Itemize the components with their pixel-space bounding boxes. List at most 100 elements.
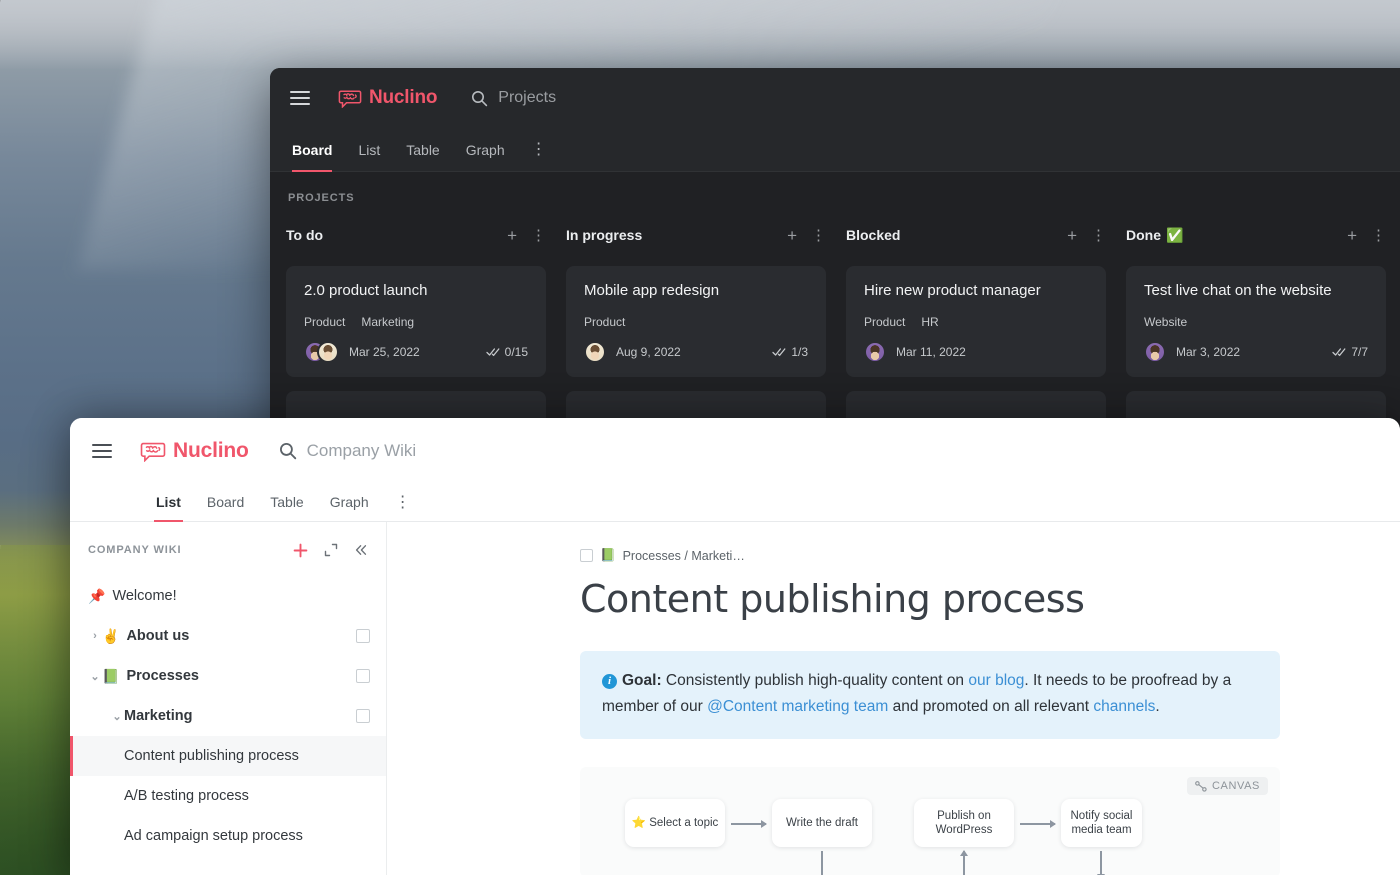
collapse-sidebar-icon[interactable]: [354, 543, 368, 557]
item-options-icon[interactable]: [356, 709, 370, 723]
green-book-icon: 📗: [600, 548, 616, 562]
column-title: To do: [286, 227, 323, 243]
flow-node-notify-social[interactable]: Notify social media team: [1061, 799, 1142, 847]
chevron-right-icon[interactable]: ›: [88, 630, 102, 642]
projects-tabs: Board List Table Graph ⋮: [270, 128, 1400, 172]
mention-content-marketing-team[interactable]: @Content marketing team: [707, 698, 888, 715]
expand-icon[interactable]: [324, 543, 338, 557]
projects-board: PROJECTS To do + ⋮ 2.0 product launch Pr…: [270, 172, 1400, 431]
column-title-text: In progress: [566, 227, 643, 243]
chevron-down-icon[interactable]: ⌄: [110, 710, 124, 723]
add-card-icon[interactable]: +: [787, 227, 797, 244]
column-actions: + ⋮: [1067, 227, 1106, 244]
breadcrumb-path[interactable]: Processes / Marketi…: [623, 549, 745, 563]
sidebar-item-welcome[interactable]: 📌 Welcome!: [70, 576, 386, 616]
column-more-icon[interactable]: ⋮: [531, 228, 546, 243]
add-item-icon[interactable]: [293, 543, 308, 558]
board-card[interactable]: Mobile app redesign Product Aug 9, 2022: [566, 266, 826, 377]
card-avatars: [304, 341, 339, 363]
info-icon: i: [602, 674, 617, 689]
sidebar-header: COMPANY WIKI: [70, 536, 386, 564]
column-header: Done ✅ + ⋮: [1126, 224, 1386, 246]
card-title: Hire new product manager: [864, 282, 1041, 299]
board-card[interactable]: 2.0 product launch Product Marketing Mar…: [286, 266, 546, 377]
item-options-icon[interactable]: [356, 629, 370, 643]
menu-icon[interactable]: [290, 91, 310, 105]
avatar: [864, 341, 886, 363]
card-tags: Product HR: [864, 315, 1088, 329]
menu-icon[interactable]: [92, 444, 112, 458]
sidebar-item-processes[interactable]: ⌄ 📗 Processes: [70, 656, 386, 696]
card-date: Mar 25, 2022: [349, 345, 420, 359]
tab-graph[interactable]: Graph: [330, 484, 369, 522]
sidebar-item-label: Welcome!: [112, 588, 177, 604]
star-icon: ⭐: [631, 817, 647, 829]
tab-graph[interactable]: Graph: [466, 128, 505, 172]
flow-node-write-draft[interactable]: Write the draft: [772, 799, 872, 847]
flow-node-select-topic[interactable]: ⭐ Select a topic: [625, 799, 725, 847]
tab-table[interactable]: Table: [406, 128, 439, 172]
sidebar-item-ab-testing-process[interactable]: A/B testing process: [70, 776, 386, 816]
tab-board[interactable]: Board: [292, 128, 333, 172]
page-title: Content publishing process: [580, 577, 1085, 621]
board-card[interactable]: Test live chat on the website Website Ma…: [1126, 266, 1386, 377]
projects-search-placeholder: Projects: [498, 89, 557, 106]
victory-hand-icon: ✌️: [102, 627, 120, 644]
column-more-icon[interactable]: ⋮: [811, 228, 826, 243]
chevron-down-icon[interactable]: ⌄: [88, 670, 102, 683]
card-progress: 1/3: [772, 345, 808, 359]
add-card-icon[interactable]: +: [1067, 227, 1077, 244]
add-card-icon[interactable]: +: [1347, 227, 1357, 244]
tab-board[interactable]: Board: [207, 484, 244, 522]
search-icon: [279, 443, 296, 460]
callout-label: Goal:: [622, 672, 662, 689]
nuclino-logo[interactable]: Nuclino: [140, 439, 249, 463]
link-our-blog[interactable]: our blog: [968, 672, 1024, 689]
column-more-icon[interactable]: ⋮: [1091, 228, 1106, 243]
card-tag: Product: [584, 315, 626, 329]
flow-node-publish-wordpress[interactable]: Publish on WordPress: [914, 799, 1014, 847]
column-actions: + ⋮: [787, 227, 826, 244]
card-footer: Mar 11, 2022: [864, 341, 1088, 363]
sidebar-item-content-publishing-process[interactable]: Content publishing process: [70, 736, 386, 776]
wiki-tabs-more-icon[interactable]: ⋮: [395, 485, 411, 521]
sidebar-item-ad-campaign-setup-process[interactable]: Ad campaign setup process: [70, 816, 386, 856]
tab-list[interactable]: List: [358, 128, 380, 172]
sidebar-item-label: A/B testing process: [124, 788, 249, 804]
document-options-icon[interactable]: [580, 549, 593, 562]
flow-arrow-down-notify: [1097, 851, 1104, 875]
brain-bubble-icon: [140, 442, 166, 462]
plus-icon: [293, 543, 308, 557]
flow-node-label: Publish on WordPress: [935, 810, 993, 836]
card-title: Mobile app redesign: [584, 282, 720, 299]
check-mark-emoji: ✅: [1166, 226, 1184, 243]
flow-arrow-1: [731, 820, 767, 827]
wiki-search[interactable]: Company Wiki: [279, 441, 416, 461]
sidebar-item-about-us[interactable]: › ✌️ About us: [70, 616, 386, 656]
canvas-block[interactable]: CANVAS ⭐ Select a topic Write the draft …: [580, 767, 1280, 875]
board-card[interactable]: Hire new product manager Product HR Mar …: [846, 266, 1106, 377]
pin-icon: 📌: [88, 587, 106, 604]
column-header: Blocked + ⋮: [846, 224, 1106, 246]
tab-table[interactable]: Table: [270, 484, 303, 522]
wiki-body: COMPANY WIKI 📌 Welcome! › ✌️ About us ⌄ …: [70, 522, 1400, 875]
projects-tabs-more-icon[interactable]: ⋮: [531, 128, 547, 172]
column-actions: + ⋮: [507, 227, 546, 244]
nuclino-logo[interactable]: Nuclino: [338, 87, 437, 109]
sidebar-item-marketing[interactable]: ⌄ Marketing: [70, 696, 386, 736]
flow-arrow-down-draft: [821, 851, 823, 875]
add-card-icon[interactable]: +: [507, 227, 517, 244]
item-options-icon[interactable]: [356, 669, 370, 683]
link-channels[interactable]: channels: [1093, 698, 1155, 715]
avatar: [584, 341, 606, 363]
wiki-tabs: List Board Table Graph ⋮: [70, 484, 1400, 522]
column-title: Blocked: [846, 227, 900, 243]
tab-list[interactable]: List: [154, 484, 183, 522]
card-progress: 7/7: [1332, 345, 1368, 359]
projects-search[interactable]: Projects: [471, 89, 556, 107]
double-check-icon: [485, 348, 500, 357]
flow-node-label: Select a topic: [649, 817, 719, 829]
column-more-icon[interactable]: ⋮: [1371, 228, 1386, 243]
sidebar-item-label: Ad campaign setup process: [124, 828, 303, 844]
goal-callout: i Goal: Consistently publish high-quality…: [580, 651, 1280, 739]
